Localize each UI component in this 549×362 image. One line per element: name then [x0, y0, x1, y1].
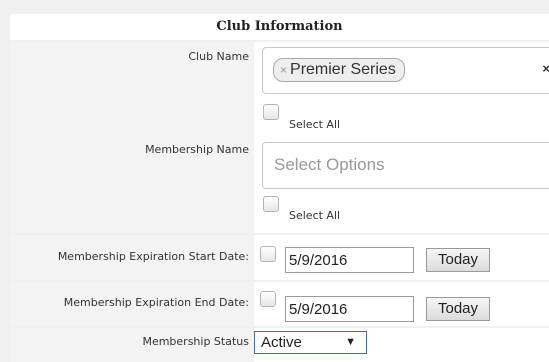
club-information-panel: Club Information Club Name × Premier Seri… [0, 0, 549, 362]
membership-name-multiselect[interactable]: Select Options [262, 142, 549, 189]
expiration-start-label: Membership Expiration Start Date: [57, 250, 249, 263]
expiration-end-today-button[interactable]: Today [426, 297, 490, 321]
section-title: Club Information [10, 14, 549, 40]
membership-name-label: Membership Name [145, 143, 249, 156]
membership-status-label: Membership Status [142, 335, 249, 348]
expiration-end-row: Membership Expiration End Date: 5/9/2016… [10, 282, 549, 326]
chevron-down-icon: ▼ [345, 336, 356, 348]
chip-remove-icon[interactable]: × [280, 63, 287, 77]
clear-selection-icon[interactable]: × [542, 61, 549, 76]
selected-club-chip[interactable]: × Premier Series [273, 58, 405, 82]
membership-select-all-checkbox[interactable] [263, 196, 279, 212]
club-name-label: Club Name [188, 50, 249, 63]
club-select-all-checkbox[interactable] [263, 104, 279, 120]
club-name-field: × Premier Series × Select All [254, 42, 549, 146]
club-select-all-label: Select All [289, 118, 341, 131]
club-name-row: Club Name × Premier Series × Select All [10, 42, 549, 146]
membership-select-all-label: Select All [289, 209, 341, 222]
membership-status-select[interactable]: Active ▼ [254, 331, 367, 354]
membership-name-row: Membership Name Select Options Select Al… [10, 137, 549, 233]
membership-status-row: Membership Status Active ▼ [10, 328, 549, 362]
chip-label: Premier Series [290, 61, 396, 78]
membership-name-placeholder: Select Options [274, 155, 385, 174]
membership-name-field: Select Options Select All [254, 137, 549, 233]
expiration-start-field: 5/9/2016 Today [254, 235, 549, 280]
expiration-start-date-input[interactable]: 5/9/2016 [285, 247, 414, 273]
membership-status-value: Active [261, 334, 302, 351]
expiration-end-checkbox[interactable] [260, 291, 276, 307]
expiration-end-label: Membership Expiration End Date: [63, 296, 249, 309]
expiration-end-date-input[interactable]: 5/9/2016 [285, 296, 414, 322]
membership-status-field: Active ▼ [254, 328, 549, 362]
club-name-multiselect[interactable]: × Premier Series × [262, 47, 549, 94]
expiration-start-today-button[interactable]: Today [426, 248, 490, 272]
expiration-start-row: Membership Expiration Start Date: 5/9/20… [10, 235, 549, 280]
expiration-end-field: 5/9/2016 Today [254, 282, 549, 326]
expiration-start-checkbox[interactable] [260, 246, 276, 262]
